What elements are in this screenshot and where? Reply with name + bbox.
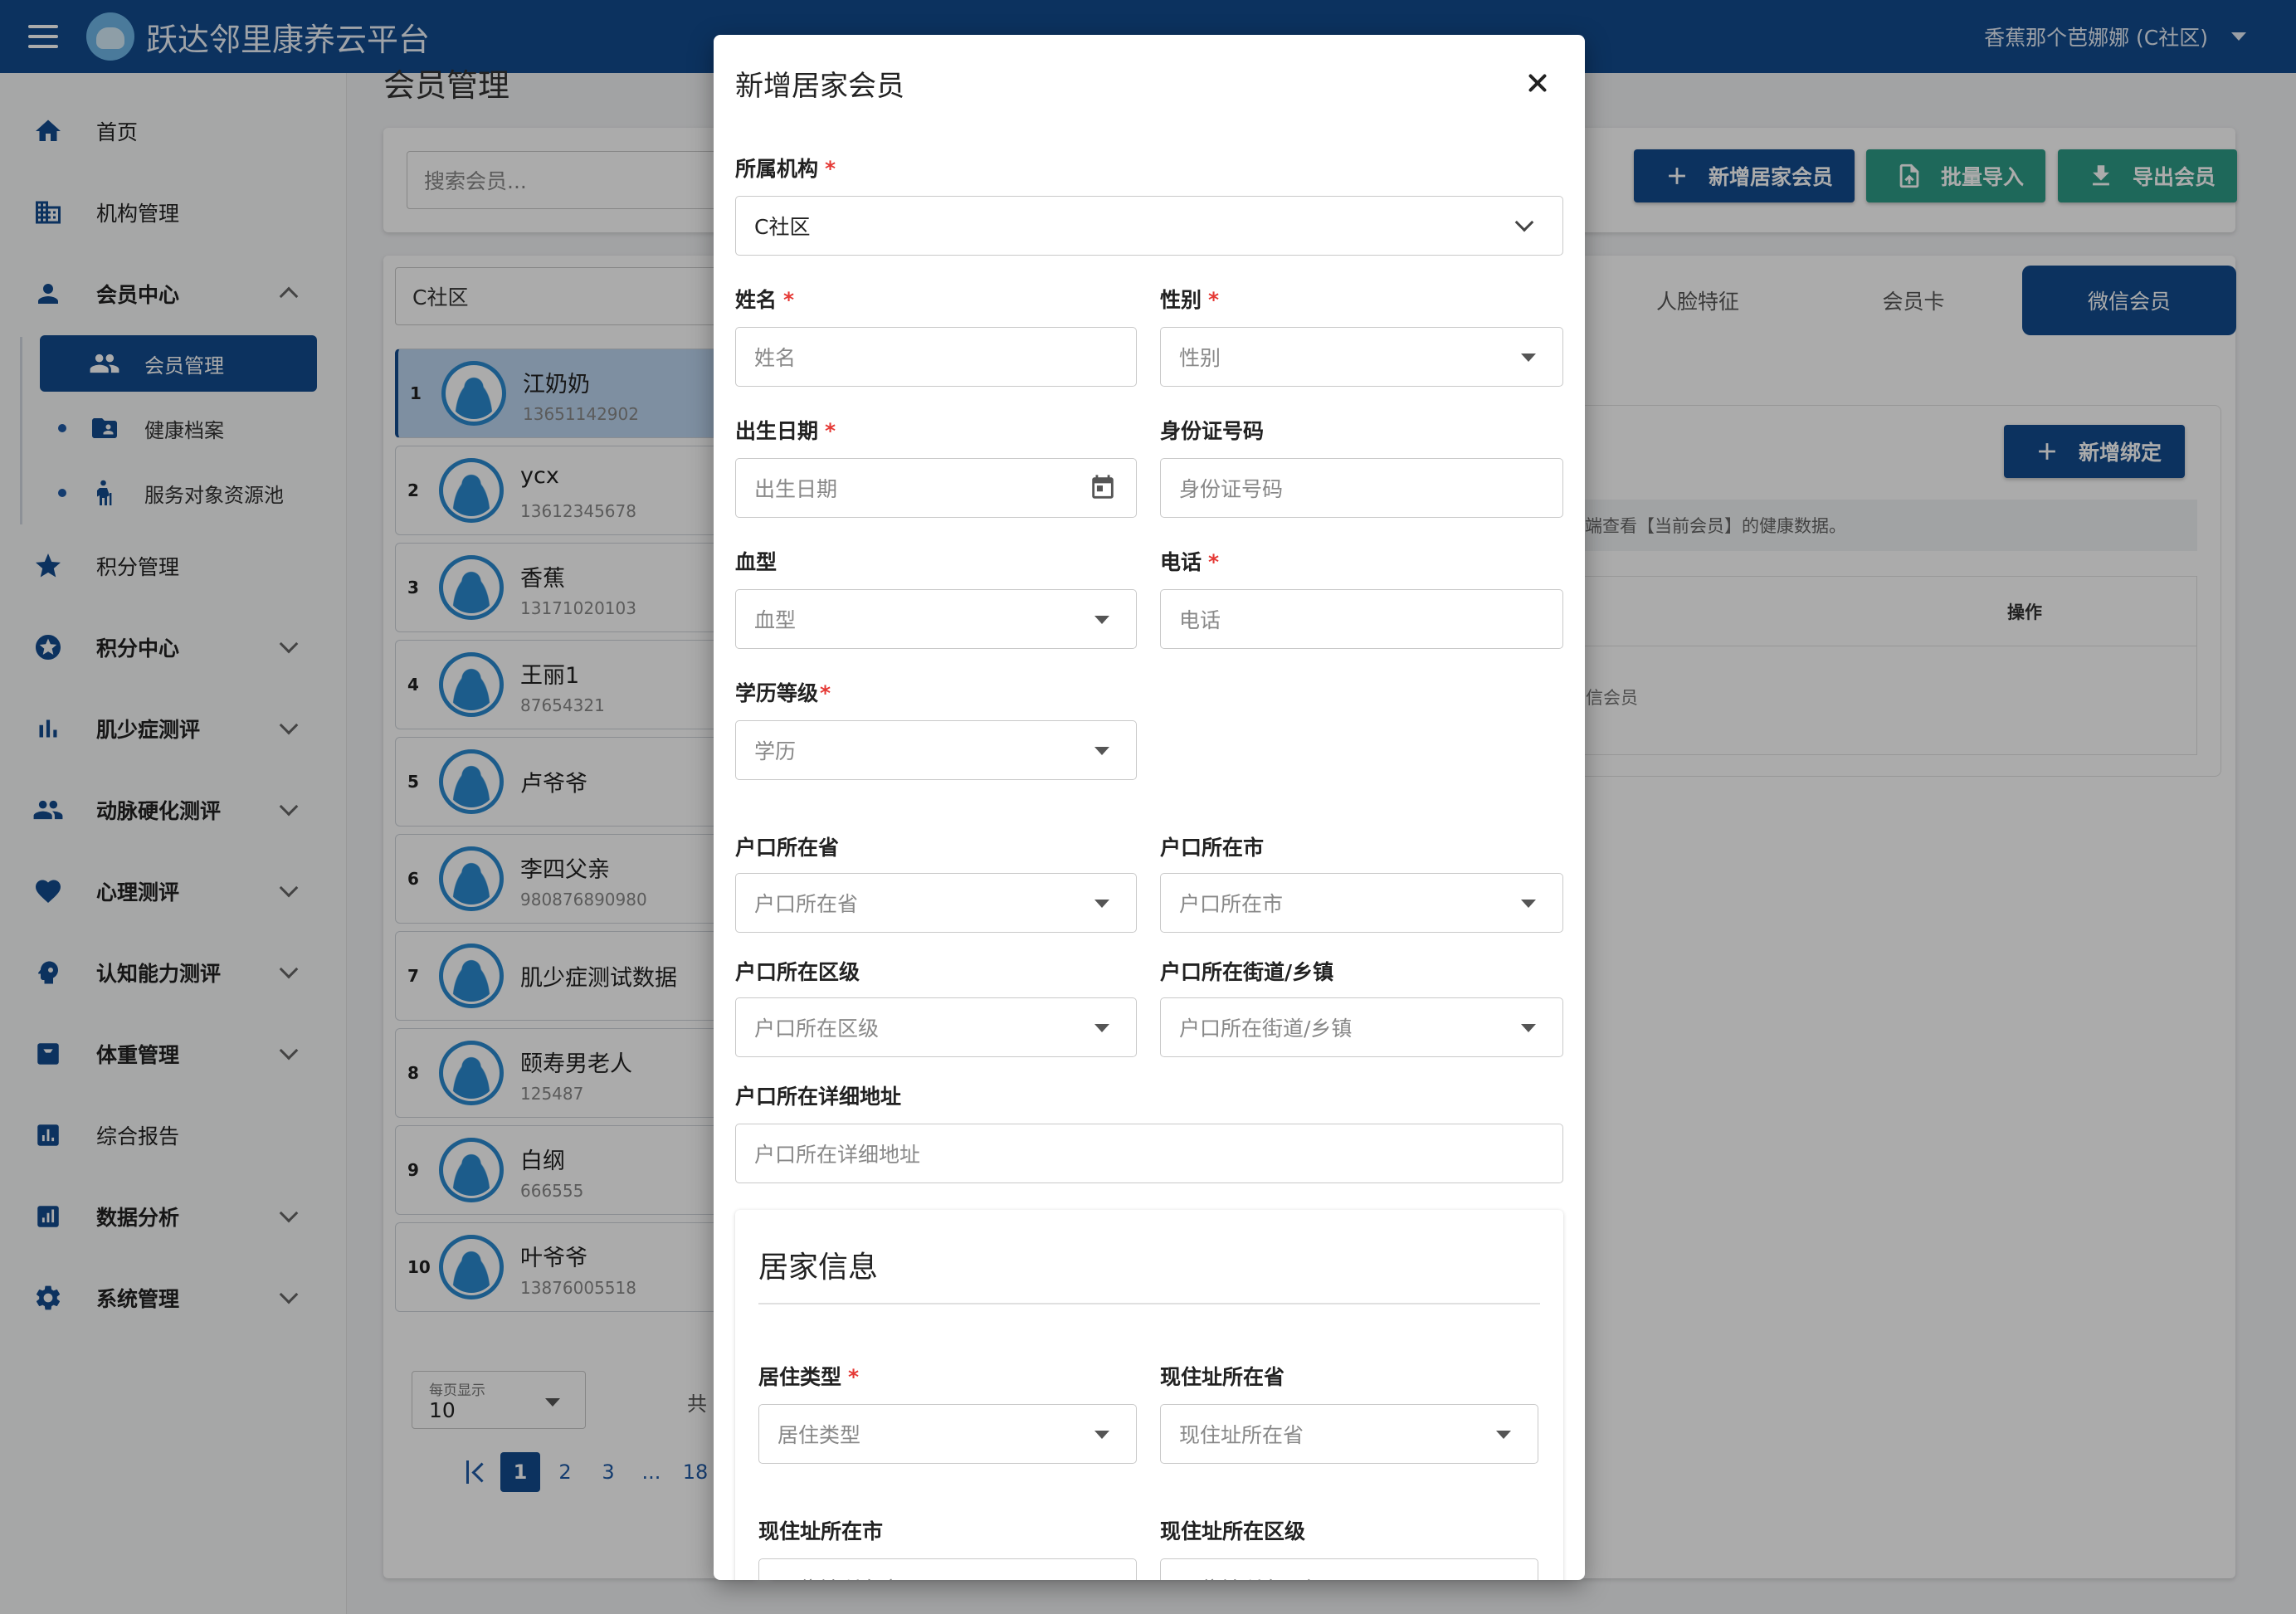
field-label-current-district: 现住址所在区级 <box>1160 1519 1306 1543</box>
placeholder: 电话 <box>1179 608 1221 632</box>
current-district-select[interactable]: 现住址所在区级 <box>1160 1558 1538 1580</box>
field-label-blood: 血型 <box>735 550 778 574</box>
name-input[interactable]: 姓名 <box>735 327 1137 387</box>
placeholder: 学历 <box>754 739 797 763</box>
placeholder: 姓名 <box>754 346 797 370</box>
field-label-current-province: 现住址所在省 <box>1160 1365 1285 1389</box>
field-label-birth: 出生日期 * <box>735 419 836 443</box>
field-label-residence-type: 居住类型 * <box>758 1365 860 1389</box>
placeholder: 现住址所在区级 <box>1179 1573 1324 1580</box>
placeholder: 现住址所在省 <box>1179 1423 1304 1447</box>
section-title: 居家信息 <box>758 1251 879 1285</box>
org-value: C社区 <box>754 215 811 239</box>
placeholder: 户口所在市 <box>1179 892 1284 916</box>
field-label-hukou-province: 户口所在省 <box>735 836 840 860</box>
phone-input[interactable]: 电话 <box>1160 589 1563 649</box>
placeholder: 户口所在区级 <box>754 1017 880 1041</box>
close-icon[interactable] <box>1514 60 1561 106</box>
dialog-title: 新增居家会员 <box>735 70 904 103</box>
field-label-education: 学历等级* <box>735 681 831 705</box>
field-label-hukou-district: 户口所在区级 <box>735 960 860 984</box>
placeholder: 血型 <box>754 608 797 632</box>
field-label-phone: 电话 * <box>1160 550 1220 574</box>
placeholder: 户口所在详细地址 <box>754 1143 921 1167</box>
calendar-icon[interactable] <box>1088 473 1118 503</box>
current-city-select[interactable]: 现住址所在市 <box>758 1558 1137 1580</box>
caret-down-icon <box>1094 747 1109 755</box>
caret-down-icon <box>1094 900 1109 908</box>
hukou-city-select[interactable]: 户口所在市 <box>1160 873 1563 933</box>
residence-type-select[interactable]: 居住类型 <box>758 1404 1137 1464</box>
placeholder: 现住址所在市 <box>778 1573 902 1580</box>
caret-down-icon <box>1094 616 1109 624</box>
hukou-province-select[interactable]: 户口所在省 <box>735 873 1137 933</box>
org-select[interactable]: C社区 <box>735 196 1563 256</box>
field-label-hukou-street: 户口所在街道/乡镇 <box>1160 960 1334 984</box>
birth-date-input[interactable]: 出生日期 <box>735 458 1137 518</box>
placeholder: 户口所在街道/乡镇 <box>1179 1017 1353 1041</box>
caret-down-icon <box>1094 1024 1109 1032</box>
field-label-hukou-address: 户口所在详细地址 <box>735 1085 902 1109</box>
caret-down-icon <box>1094 1431 1109 1439</box>
placeholder: 性别 <box>1179 346 1221 370</box>
hukou-district-select[interactable]: 户口所在区级 <box>735 997 1137 1057</box>
field-label-current-city: 现住址所在市 <box>758 1519 884 1543</box>
field-label-gender: 性别 * <box>1160 288 1220 312</box>
gender-select[interactable]: 性别 <box>1160 327 1563 387</box>
hukou-address-input[interactable]: 户口所在详细地址 <box>735 1124 1563 1183</box>
blood-type-select[interactable]: 血型 <box>735 589 1137 649</box>
field-label-org: 所属机构 * <box>735 157 836 181</box>
caret-down-icon <box>1521 900 1536 908</box>
placeholder: 户口所在省 <box>754 892 859 916</box>
caret-down-icon <box>1496 1431 1511 1439</box>
home-info-section: 居家信息 居住类型 * 居住类型 现住址所在省 现住址所在省 现住址所在市 现住址… <box>735 1210 1563 1580</box>
placeholder: 出生日期 <box>754 477 838 501</box>
add-member-dialog: 新增居家会员 所属机构 * C社区 姓名 * 姓名 性别 * 性别 出生日期 * 出生日… <box>714 35 1585 1580</box>
placeholder: 居住类型 <box>778 1423 861 1447</box>
caret-down-icon <box>1521 1024 1536 1032</box>
hukou-street-select[interactable]: 户口所在街道/乡镇 <box>1160 997 1563 1057</box>
caret-down-icon <box>1521 354 1536 362</box>
field-label-name: 姓名 * <box>735 288 795 312</box>
field-label-hukou-city: 户口所在市 <box>1160 836 1265 860</box>
chevron-down-icon <box>1514 212 1534 232</box>
placeholder: 身份证号码 <box>1179 477 1284 501</box>
current-province-select[interactable]: 现住址所在省 <box>1160 1404 1538 1464</box>
field-label-idcard: 身份证号码 <box>1160 419 1265 443</box>
idcard-input[interactable]: 身份证号码 <box>1160 458 1563 518</box>
education-select[interactable]: 学历 <box>735 720 1137 780</box>
divider <box>758 1303 1540 1304</box>
